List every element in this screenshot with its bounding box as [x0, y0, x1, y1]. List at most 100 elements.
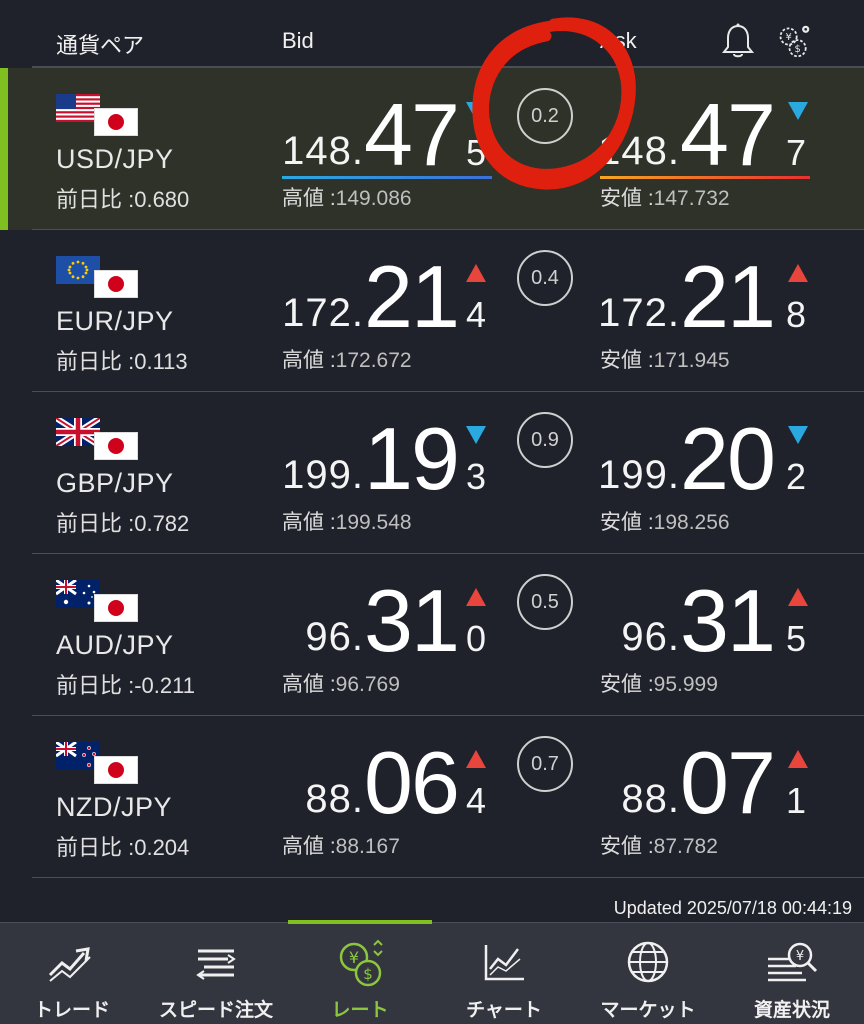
high-value: 高値 :96.769: [282, 668, 400, 698]
low-label: 安値 :: [600, 835, 654, 858]
low-label: 安値 :: [600, 511, 654, 534]
row-divider: [32, 877, 864, 878]
spread-badge: 0.9: [517, 412, 573, 468]
ask-up-arrow-icon: [788, 750, 808, 768]
high-value: 高値 :199.548: [282, 506, 412, 536]
jp-flag: [94, 108, 138, 136]
low-label: 安値 :: [600, 187, 654, 210]
svg-text:¥: ¥: [349, 948, 359, 967]
daily-change: 前日比 :0.782: [56, 511, 190, 536]
ask-up-arrow-icon: [788, 588, 808, 606]
low-number: 147.732: [653, 187, 730, 210]
tab-assets[interactable]: ¥ 資産状況: [720, 923, 864, 1024]
high-label: 高値 :: [282, 673, 336, 696]
low-number: 198.256: [653, 511, 730, 534]
spread-badge: 0.5: [517, 574, 573, 630]
pair-name: AUD/JPY: [56, 630, 174, 660]
ask-price-fraction: 1: [786, 780, 807, 821]
rate-row-usdjpy[interactable]: USD/JPY 前日比 :0.680 148. 47 5 0.2 148. 47…: [0, 68, 864, 230]
bid-price-prefix: 172.: [282, 291, 364, 335]
high-value: 高値 :149.086: [282, 182, 412, 212]
rate-row-nzdjpy[interactable]: NZD/JPY 前日比 :0.204 88. 06 4 0.7 88. 07 1…: [0, 716, 864, 878]
spread-badge: 0.2: [517, 88, 573, 144]
spread-badge: 0.7: [517, 736, 573, 792]
bid-up-arrow-icon: [466, 588, 486, 606]
tab-label: チャート: [466, 1000, 542, 1021]
bid-underline: [282, 176, 492, 179]
bid-price-prefix: 96.: [305, 615, 364, 659]
tab-label: マーケット: [600, 1000, 696, 1021]
low-number: 95.999: [653, 673, 718, 696]
trade-chart-icon: [48, 947, 91, 982]
ask-down-arrow-icon: [788, 426, 808, 444]
tab-chart[interactable]: チャート: [432, 923, 576, 1024]
tab-label: スピード注文: [158, 1000, 273, 1021]
ask-price-prefix: 88.: [621, 777, 680, 821]
ask-price-pips: 21: [680, 247, 776, 346]
rate-list: USD/JPY 前日比 :0.680 148. 47 5 0.2 148. 47…: [0, 68, 864, 878]
currency-flags: [56, 418, 140, 464]
ask-price-pips: 07: [680, 733, 776, 832]
tab-market[interactable]: マーケット: [576, 923, 720, 1024]
currency-flags: [56, 742, 140, 788]
tab-label: トレード: [33, 1000, 110, 1021]
daily-change: 前日比 :-0.211: [56, 673, 195, 698]
low-value: 安値 :198.256: [600, 506, 730, 536]
bell-icon[interactable]: [720, 22, 756, 60]
ask-column-label: Ask: [600, 28, 637, 53]
low-number: 87.782: [653, 835, 718, 858]
low-value: 安値 :87.782: [600, 830, 718, 860]
bottom-tab-bar: トレード スピード注文 ¥ $ レート チャート マーケット ¥ 資産状況: [0, 920, 864, 1024]
ask-price-fraction: 5: [786, 618, 807, 659]
currency-gears-icon[interactable]: ¥ $: [776, 22, 812, 60]
currency-flags: [56, 580, 140, 626]
globe-icon: [627, 941, 669, 983]
daily-change: 前日比 :0.113: [56, 349, 188, 374]
bid-price-prefix: 88.: [305, 777, 364, 821]
pair-column-label: 通貨ペア: [56, 33, 145, 58]
pair-name: USD/JPY: [56, 144, 174, 174]
tab-trade[interactable]: トレード: [0, 923, 144, 1024]
ask-price-fraction: 7: [786, 132, 807, 173]
bid-price-fraction: 5: [466, 132, 487, 173]
bid-price-fraction: 4: [466, 294, 487, 335]
speed-order-icon: [196, 949, 236, 980]
bid-down-arrow-icon: [466, 426, 486, 444]
bid-up-arrow-icon: [466, 750, 486, 768]
ask-price-prefix: 172.: [598, 291, 680, 335]
high-number: 172.672: [335, 349, 412, 372]
tab-rate[interactable]: ¥ $ レート: [288, 923, 432, 1024]
bid-price-fraction: 3: [466, 456, 487, 497]
low-value: 安値 :95.999: [600, 668, 718, 698]
rate-yen-dollar-icon: ¥ $: [339, 939, 383, 987]
high-number: 149.086: [335, 187, 412, 210]
jp-flag: [94, 756, 138, 784]
updated-timestamp: Updated 2025/07/18 00:44:19: [613, 898, 852, 918]
bid-price-prefix: 148.: [282, 129, 364, 173]
pair-name: EUR/JPY: [56, 306, 174, 336]
high-number: 96.769: [335, 673, 400, 696]
bid-price-pips: 06: [364, 733, 460, 832]
high-label: 高値 :: [282, 511, 336, 534]
pair-name: GBP/JPY: [56, 468, 174, 498]
ask-underline: [600, 176, 810, 179]
bid-price-pips: 47: [364, 85, 460, 184]
svg-text:¥: ¥: [785, 32, 791, 43]
bid-up-arrow-icon: [466, 264, 486, 282]
rate-row-audjpy[interactable]: AUD/JPY 前日比 :-0.211 96. 31 0 0.5 96. 31 …: [0, 554, 864, 716]
bid-price-pips: 31: [364, 571, 460, 670]
svg-text:$: $: [363, 965, 373, 983]
ask-price-fraction: 2: [786, 456, 807, 497]
high-label: 高値 :: [282, 187, 336, 210]
low-label: 安値 :: [600, 349, 654, 372]
low-number: 171.945: [653, 349, 730, 372]
rate-row-gbpjpy[interactable]: GBP/JPY 前日比 :0.782 199. 19 3 0.9 199. 20…: [0, 392, 864, 554]
rate-row-eurjpy[interactable]: EUR/JPY 前日比 :0.113 172. 21 4 0.4 172. 21…: [0, 230, 864, 392]
tab-label: レート: [331, 1000, 389, 1021]
jp-flag: [94, 270, 138, 298]
tab-speed-order[interactable]: スピード注文: [144, 923, 288, 1024]
bid-price-fraction: 4: [466, 780, 487, 821]
bid-price-prefix: 199.: [282, 453, 364, 497]
daily-change: 前日比 :0.680: [56, 187, 190, 212]
ask-price-pips: 20: [680, 409, 776, 508]
